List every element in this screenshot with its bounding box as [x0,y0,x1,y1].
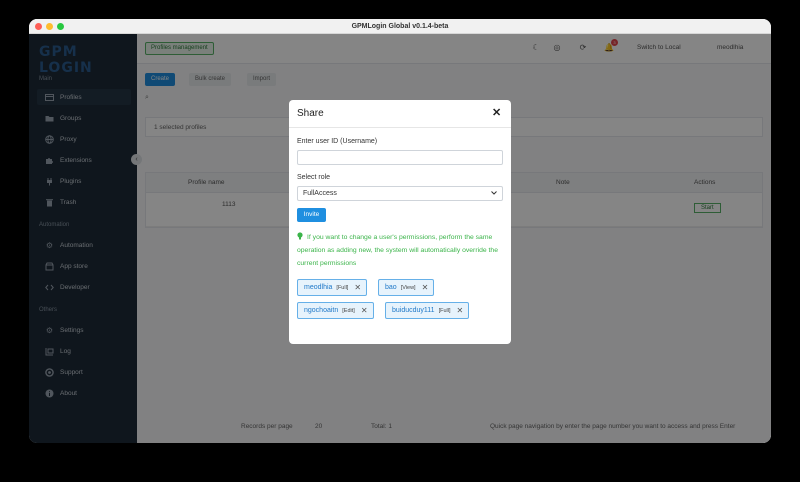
app-window: GPMLogin Global v0.1.4-beta GPM LOGIN Ma… [29,19,771,443]
shared-user-chip: bao [View] ✕ [378,279,435,296]
modal-overlay[interactable]: Share ✕ Enter user ID (Username) Select … [29,34,771,443]
remove-icon[interactable]: ✕ [361,306,368,315]
desktop: GPMLogin Global v0.1.4-beta GPM LOGIN Ma… [0,0,800,482]
dialog-header: Share ✕ [289,100,511,128]
shared-user-chip: ngochoaitn [Edit] ✕ [297,302,374,319]
dialog-title: Share [297,108,324,119]
shared-user-chip: meodlhia [Full] ✕ [297,279,368,296]
shared-user-name: buiducduy111 [392,307,435,314]
chevron-down-icon [490,189,498,199]
role-select[interactable]: FullAccess [297,186,503,201]
close-icon[interactable]: ✕ [492,107,501,119]
lightbulb-icon [297,232,303,240]
shared-user-name: meodlhia [304,284,333,291]
permissions-hint-text: If you want to change a user's permissio… [297,234,498,267]
remove-icon[interactable]: ✕ [456,306,463,315]
invite-button[interactable]: Invite [297,208,326,222]
remove-icon[interactable]: ✕ [354,283,361,292]
shared-user-role: [View] [400,284,416,291]
shared-user-name: bao [385,284,397,291]
shared-user-role: [Full] [336,284,349,291]
role-label: Select role [297,174,331,181]
user-id-label: Enter user ID (Username) [297,138,378,145]
shared-user-role: [Edit] [342,307,355,314]
share-dialog: Share ✕ Enter user ID (Username) Select … [289,100,511,344]
role-select-value: FullAccess [303,190,337,197]
remove-icon[interactable]: ✕ [422,283,429,292]
permissions-hint: If you want to change a user's permissio… [297,231,505,270]
user-id-input[interactable] [297,150,503,165]
shared-user-role: [Full] [438,307,451,314]
window-title: GPMLogin Global v0.1.4-beta [351,23,449,30]
shared-user-name: ngochoaitn [304,307,339,314]
shared-user-chip: buiducduy111 [Full] ✕ [385,302,470,319]
title-bar: GPMLogin Global v0.1.4-beta [29,19,771,34]
